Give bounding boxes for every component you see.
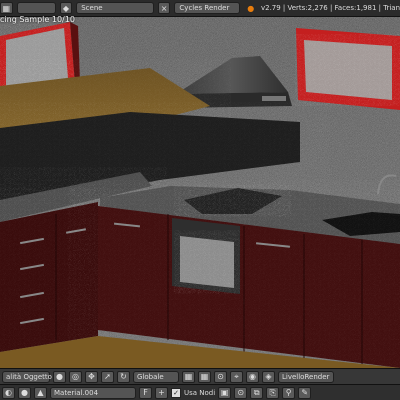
object-icon[interactable]: ▲ [34, 386, 47, 399]
material-name: Material.004 [54, 388, 99, 397]
oven [172, 218, 240, 294]
pivot-point-icon[interactable]: ◎ [69, 370, 82, 383]
fake-user-icon[interactable]: F [139, 386, 152, 399]
translate-icon[interactable]: ➚ [101, 370, 114, 383]
node-editor-icon[interactable]: ◐ [2, 386, 15, 399]
scene-selector[interactable]: Scene [76, 2, 154, 14]
3d-view-header: alità Oggetto ● ◎ ✥ ➚ ↻ Globale ▦ ▦ ⊙ ⌖ … [0, 368, 400, 384]
scene-name: Scene [81, 4, 103, 12]
snap-target-icon[interactable]: ⌖ [230, 370, 243, 383]
lower-cabinets-left [0, 202, 98, 352]
3d-viewport-render[interactable] [0, 0, 400, 400]
scene-icon[interactable]: ◆ [59, 2, 73, 14]
copy-icon[interactable]: ⧉ [250, 386, 264, 399]
wall-cabinet-right [296, 28, 400, 110]
snap-icon[interactable]: ⊙ [214, 370, 227, 383]
shader-type-icon[interactable]: ● [18, 386, 31, 399]
close-scene-icon[interactable]: × [157, 2, 171, 14]
layer-grid-icon[interactable]: ▦ [182, 370, 195, 383]
blender-logo-icon: ● [247, 3, 255, 13]
render-status: cing Sample 10/10 [0, 15, 75, 24]
render-engine-label: Cycles Render [179, 4, 230, 12]
node-editor-header: ◐ ● ▲ Material.004 F + ✓ Usa Nodi ▣ ⊙ ⧉ … [0, 384, 400, 400]
scene-stats: v2.79 | Verts:2,276 | Faces:1,981 | Tria… [260, 4, 400, 12]
render-preview-icon[interactable]: ◈ [262, 370, 275, 383]
use-nodes-label: Usa Nodi [184, 388, 216, 397]
render-layer-label: LivelloRender [282, 372, 330, 381]
rotate-icon[interactable]: ↻ [117, 370, 130, 383]
paste-icon[interactable]: ⎘ [266, 386, 280, 399]
use-nodes-checkbox[interactable]: ✓ [171, 387, 181, 398]
orientation-label: Globale [137, 372, 164, 381]
material-selector[interactable]: Material.004 [50, 386, 136, 399]
orientation-dropdown[interactable]: Globale [133, 370, 179, 383]
snap-node-icon[interactable]: ⊙ [234, 386, 248, 399]
screen-layout-field[interactable] [16, 2, 56, 14]
pin-icon[interactable]: ⚲ [282, 386, 296, 399]
backdrop-icon[interactable]: ▣ [218, 386, 232, 399]
tool-icon[interactable]: ✎ [298, 386, 312, 399]
mode-dropdown[interactable]: alità Oggetto [2, 370, 52, 383]
screen-layout-icon[interactable]: ▦ [0, 2, 13, 14]
layer-grid-icon-2[interactable]: ▦ [198, 370, 211, 383]
add-material-icon[interactable]: + [155, 386, 168, 399]
blender-window: ▦ ◆ Scene × Cycles Render ● v2.79 | Vert… [0, 0, 400, 400]
proportional-edit-icon[interactable]: ◉ [246, 370, 259, 383]
render-engine-dropdown[interactable]: Cycles Render [174, 2, 241, 14]
render-layer-dropdown[interactable]: LivelloRender [278, 370, 334, 383]
mode-label: alità Oggetto [6, 372, 52, 381]
manipulator-icon[interactable]: ✥ [85, 370, 98, 383]
viewport-shading-icon[interactable]: ● [53, 370, 66, 383]
